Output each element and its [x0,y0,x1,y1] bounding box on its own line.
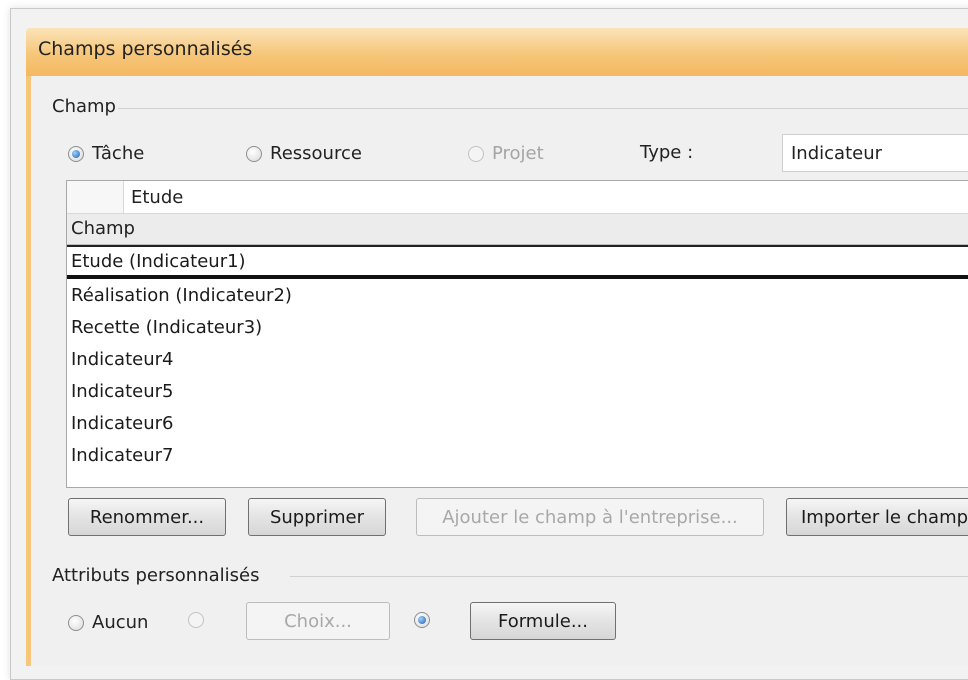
field-list[interactable]: Etude Champ Etude (Indicateur1) Réalisat… [66,180,968,488]
radio-none[interactable]: Aucun [68,612,148,633]
field-group-label: Champ [52,96,116,117]
add-to-enterprise-button: Ajouter le champ à l'entreprise... [416,498,764,536]
rename-button[interactable]: Renommer... [68,498,226,536]
field-list-row-label: Réalisation (Indicateur2) [71,285,292,306]
field-name-edit-row[interactable]: Etude [67,181,968,214]
radio-project-label: Projet [492,143,544,164]
field-list-row[interactable]: Indicateur6 [67,409,968,441]
radio-formula-indicator[interactable] [414,612,430,628]
field-list-row-label: Recette (Indicateur3) [71,317,263,338]
field-list-row[interactable]: Recette (Indicateur3) [67,313,968,345]
field-list-row[interactable]: Indicateur7 [67,441,968,473]
radio-choices [188,612,212,628]
field-list-row-label: Indicateur6 [71,413,174,434]
import-field-button[interactable]: Importer le champ [786,498,968,536]
radio-resource-indicator[interactable] [246,145,262,162]
custom-attributes-divider [290,576,968,577]
radio-none-label: Aucun [92,612,149,633]
radio-task[interactable]: Tâche [68,143,144,164]
dialog-title: Champs personnalisés [38,38,253,60]
dialog-title-bar[interactable]: Champs personnalisés [26,28,968,76]
radio-project: Projet [468,143,544,164]
column-header-field: Champ [71,218,135,239]
field-list-row[interactable]: Indicateur5 [67,377,968,409]
radio-task-label: Tâche [92,143,145,164]
radio-task-indicator[interactable] [68,145,84,162]
field-list-header[interactable]: Champ [67,214,968,245]
field-list-row-label: Indicateur5 [71,381,174,402]
field-list-row-label: Indicateur7 [71,445,174,466]
radio-formula[interactable] [414,612,438,628]
type-select-value: Indicateur [791,143,883,164]
type-label: Type : [640,142,694,163]
type-select[interactable]: Indicateur [782,134,968,172]
custom-attributes-label: Attributs personnalisés [52,565,260,586]
field-name-edit-value[interactable]: Etude [131,187,183,208]
field-list-row[interactable]: Indicateur4 [67,345,968,377]
delete-button[interactable]: Supprimer [248,498,386,536]
edit-row-selector [67,181,124,213]
field-list-row[interactable]: Réalisation (Indicateur2) [67,281,968,313]
formula-button[interactable]: Formule... [470,602,616,640]
radio-choices-indicator [188,612,204,628]
choices-button: Choix... [246,602,390,640]
radio-resource[interactable]: Ressource [246,143,362,164]
field-list-row[interactable]: Etude (Indicateur1) [67,245,968,279]
radio-none-indicator[interactable] [68,614,84,631]
field-list-row-label: Indicateur4 [71,349,174,370]
field-group-divider [118,108,968,109]
field-list-row-label: Etude (Indicateur1) [71,251,246,272]
radio-project-indicator [468,145,484,162]
radio-resource-label: Ressource [270,143,362,164]
